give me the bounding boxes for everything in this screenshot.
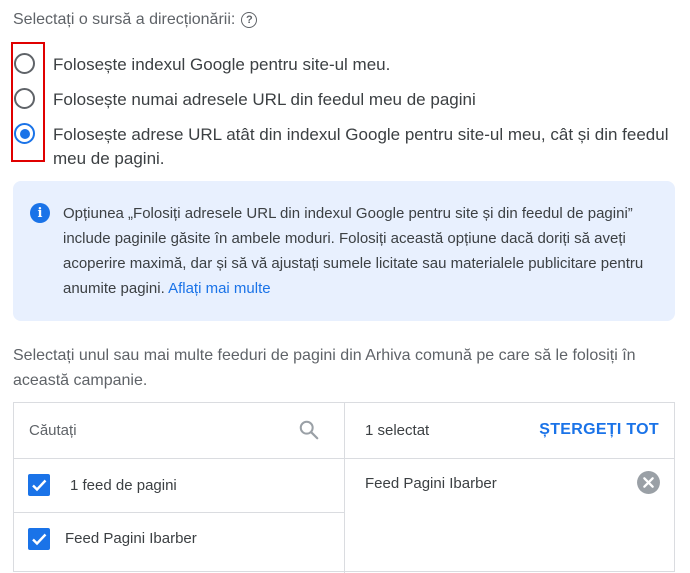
group-checkbox[interactable]	[28, 474, 50, 496]
info-text: Opțiunea „Folosiți adresele URL din inde…	[63, 201, 663, 301]
search-icon[interactable]	[298, 419, 320, 441]
info-icon: i	[30, 203, 50, 223]
feed-selector: Căutați 1 feed de pagini Feed Pagini Iba…	[13, 402, 675, 573]
feed-list-panel: Căutați 1 feed de pagini Feed Pagini Iba…	[14, 403, 345, 573]
radio-button[interactable]	[14, 88, 35, 109]
help-circle-icon[interactable]: ?	[241, 12, 258, 28]
selected-header: 1 selectat ȘTERGEȚI TOT	[344, 403, 674, 459]
radio-label: Folosește adrese URL atât din indexul Go…	[53, 125, 669, 168]
clear-all-button[interactable]: ȘTERGEȚI TOT	[539, 421, 659, 439]
feeds-prompt: Selectați unul sau mai multe feeduri de …	[13, 347, 636, 389]
feed-group-row[interactable]: 1 feed de pagini	[14, 458, 344, 513]
info-box: i Opțiunea „Folosiți adresele URL din in…	[13, 181, 675, 321]
targeting-source-heading: Selectați o sursă a direcționării: ?	[13, 11, 258, 29]
search-row[interactable]: Căutați	[14, 403, 344, 459]
feed-group-label: 1 feed de pagini	[70, 477, 177, 494]
feed-item-label: Feed Pagini Ibarber	[65, 530, 197, 547]
feed-item-row[interactable]: Feed Pagini Ibarber	[14, 512, 344, 566]
radio-button-selected[interactable]	[14, 123, 35, 144]
radio-option-google-index[interactable]: Folosește indexul Google pentru site-ul …	[14, 53, 690, 77]
info-body: Opțiunea „Folosiți adresele URL din inde…	[63, 205, 644, 297]
radio-option-both[interactable]: Folosește adrese URL atât din indexul Go…	[14, 123, 690, 171]
heading-text: Selectați o sursă a direcționării:	[13, 11, 236, 28]
radio-button[interactable]	[14, 53, 35, 74]
selected-item-label: Feed Pagini Ibarber	[365, 475, 497, 492]
radio-label: Folosește indexul Google pentru site-ul …	[53, 55, 391, 74]
feed-item-checkbox[interactable]	[28, 528, 50, 550]
search-input[interactable]: Căutați	[29, 422, 77, 439]
learn-more-link[interactable]: Aflați mai multe	[168, 280, 271, 297]
radio-option-feed-only[interactable]: Folosește numai adresele URL din feedul …	[14, 88, 690, 112]
selected-count: 1 selectat	[365, 422, 430, 439]
radio-label: Folosește numai adresele URL din feedul …	[53, 90, 476, 109]
remove-circle-icon[interactable]	[636, 470, 661, 495]
